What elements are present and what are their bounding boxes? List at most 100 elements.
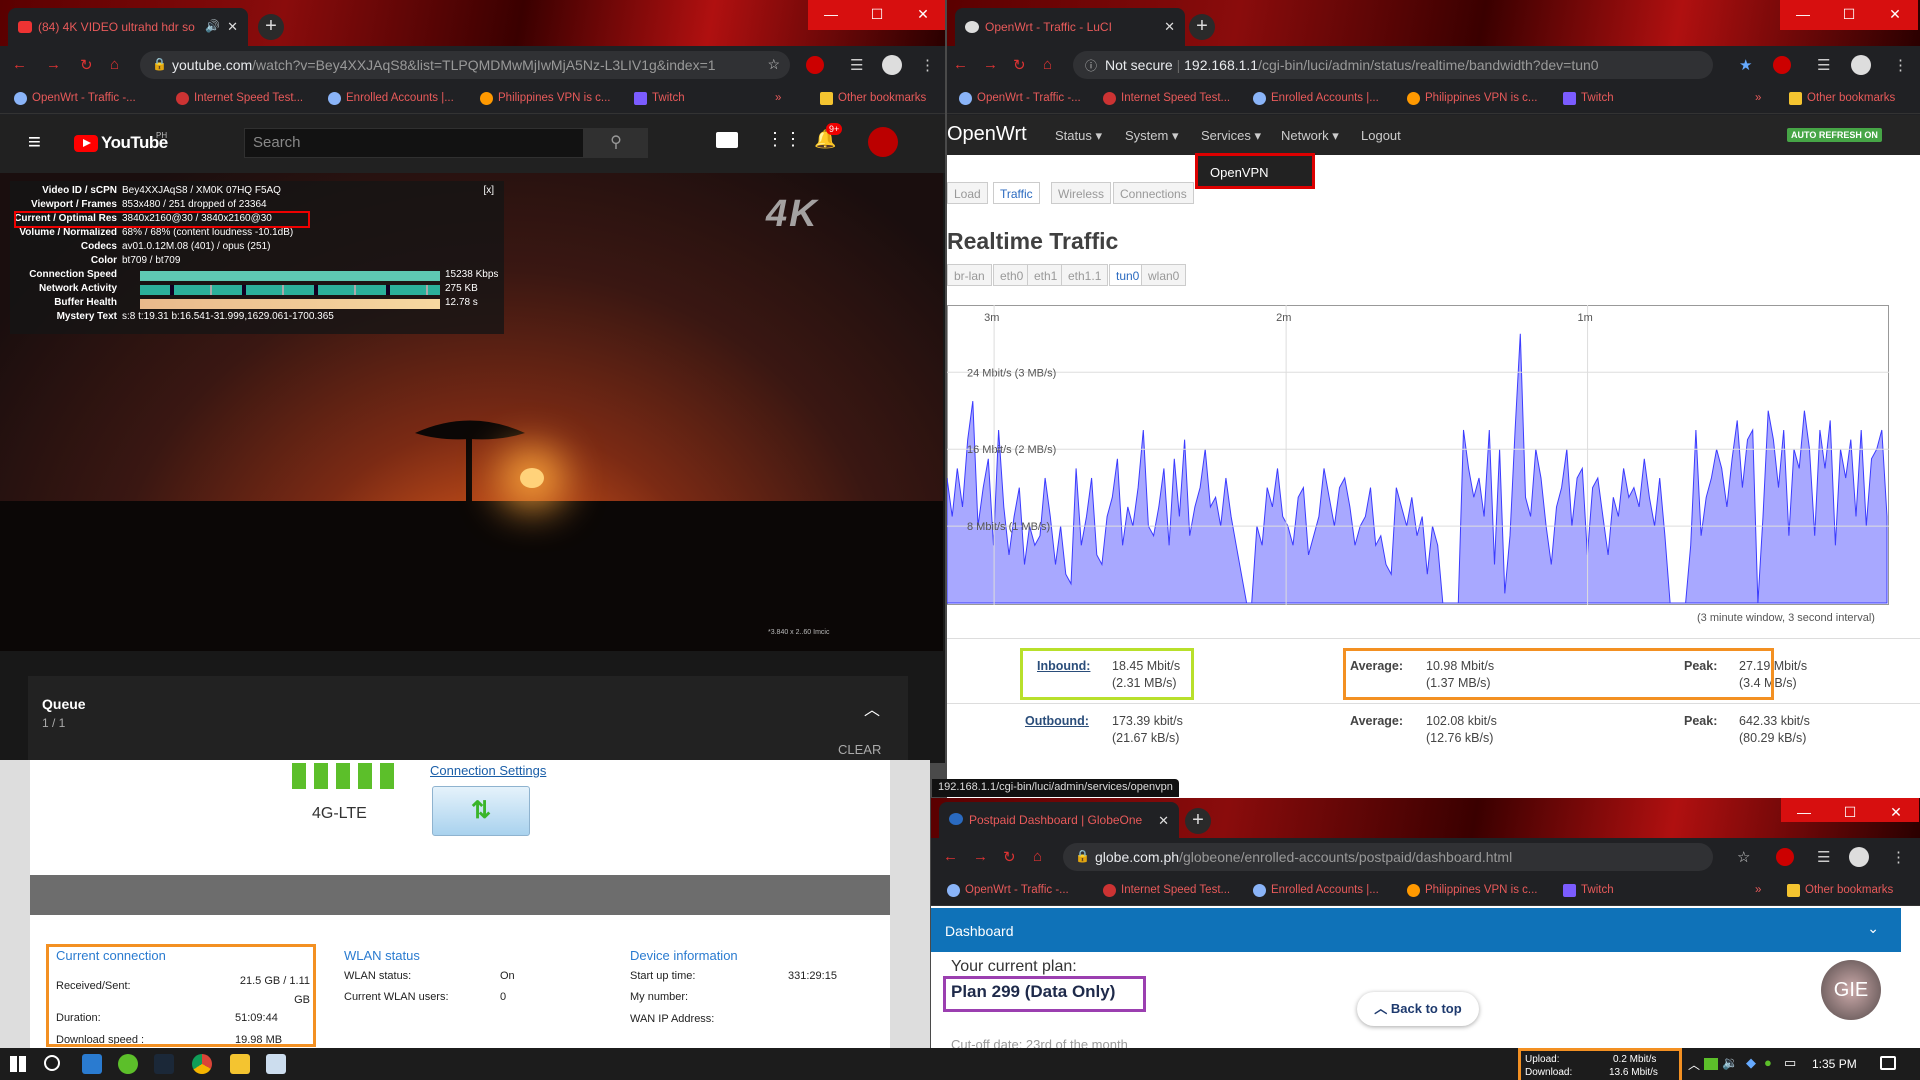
create-video-icon[interactable] — [716, 132, 738, 148]
connection-settings-button[interactable]: ⇅ — [432, 786, 530, 836]
clock[interactable]: 1:35 PM — [1812, 1057, 1857, 1071]
menu-services[interactable]: Services ▾ — [1201, 128, 1261, 144]
playlist-icon[interactable]: ☰ — [1817, 56, 1830, 74]
address-bar[interactable]: 🔒 youtube.com/watch?v=Bey4XXJAqS8&list=T… — [140, 51, 790, 79]
bookmark-item[interactable]: Enrolled Accounts |... — [328, 92, 454, 105]
connection-settings-link[interactable]: Connection Settings — [430, 763, 546, 778]
steam-app-icon[interactable] — [154, 1054, 174, 1074]
iface-tab-eth1-1[interactable]: eth1.1 — [1061, 264, 1109, 286]
hamburger-icon[interactable]: ≡ — [28, 129, 41, 155]
new-tab-button[interactable]: + — [1185, 808, 1211, 834]
profile-icon[interactable] — [882, 55, 902, 75]
subtab-traffic[interactable]: Traffic — [993, 182, 1040, 204]
torrent-app-icon[interactable] — [118, 1054, 138, 1074]
forward-icon[interactable]: → — [973, 848, 988, 865]
maximize-button[interactable]: ☐ — [854, 0, 900, 30]
bookmark-item[interactable]: Philippines VPN is c... — [480, 92, 611, 105]
tray-app-icon[interactable] — [1704, 1058, 1718, 1070]
bookmark-item[interactable]: Enrolled Accounts |... — [1253, 92, 1379, 105]
chevron-down-icon[interactable]: ⌄ — [1867, 920, 1879, 937]
new-tab-button[interactable]: + — [258, 14, 284, 40]
bookmark-item[interactable]: Philippines VPN is c... — [1407, 92, 1538, 105]
menu-status[interactable]: Status ▾ — [1055, 128, 1102, 144]
profile-icon[interactable] — [1851, 55, 1871, 75]
other-bookmarks[interactable]: Other bookmarks — [1789, 92, 1895, 105]
close-tab-icon[interactable]: ✕ — [227, 19, 238, 35]
search-button[interactable]: ⚲ — [584, 128, 648, 158]
file-explorer-icon[interactable] — [230, 1054, 250, 1074]
minimize-button[interactable]: — — [1781, 798, 1827, 822]
subtab-wireless[interactable]: Wireless — [1051, 182, 1112, 204]
notification-center-icon[interactable] — [1880, 1056, 1896, 1070]
iface-tab-br-lan[interactable]: br-lan — [947, 264, 992, 286]
home-icon[interactable]: ⌂ — [1033, 848, 1042, 865]
tray-device-icon[interactable]: ▭ — [1784, 1055, 1796, 1071]
close-window-button[interactable]: ✕ — [1873, 798, 1919, 822]
bookmark-item[interactable]: Internet Speed Test... — [1103, 884, 1230, 897]
reload-icon[interactable]: ↻ — [1013, 56, 1026, 74]
bookmark-item[interactable]: Internet Speed Test... — [1103, 92, 1230, 105]
auto-refresh-badge[interactable]: AUTO REFRESH ON — [1787, 128, 1882, 142]
bookmark-item[interactable]: Internet Speed Test... — [176, 92, 303, 105]
menu-network[interactable]: Network ▾ — [1281, 128, 1339, 144]
bookmark-more[interactable]: » — [1755, 92, 1761, 104]
bookmark-item[interactable]: Twitch — [1563, 92, 1614, 105]
avatar[interactable]: GIE — [1821, 960, 1881, 1020]
openvpn-menu-item[interactable]: OpenVPN — [1210, 165, 1269, 180]
tray-globe-icon[interactable]: ● — [1764, 1055, 1772, 1070]
subtab-load[interactable]: Load — [947, 182, 988, 204]
openwrt-brand[interactable]: OpenWrt — [947, 123, 1027, 146]
adblock-icon[interactable] — [806, 56, 824, 74]
windows-start-icon[interactable] — [10, 1056, 26, 1072]
close-tab-icon[interactable]: ✕ — [1164, 19, 1175, 35]
address-bar[interactable]: ⓘ Not secure | 192.168.1.1/cgi-bin/luci/… — [1073, 51, 1713, 79]
bookmark-item[interactable]: OpenWrt - Traffic -... — [947, 884, 1069, 897]
bookmark-item[interactable]: OpenWrt - Traffic -... — [14, 92, 136, 105]
search-icon[interactable] — [44, 1055, 60, 1071]
back-icon[interactable]: ← — [12, 56, 27, 73]
luci-tab[interactable]: OpenWrt - Traffic - LuCI ✕ — [955, 8, 1185, 46]
close-window-button[interactable]: ✕ — [1872, 0, 1918, 30]
queue-clear-button[interactable]: CLEAR — [838, 742, 881, 757]
bookmark-more[interactable]: » — [1755, 884, 1761, 896]
bookmark-item[interactable]: Philippines VPN is c... — [1407, 884, 1538, 897]
menu-dots-icon[interactable]: ⋮ — [1891, 848, 1906, 866]
adblock-icon[interactable] — [1776, 848, 1794, 866]
adblock-icon[interactable] — [1773, 56, 1791, 74]
apps-grid-icon[interactable]: ⋮⋮ — [766, 129, 802, 150]
tray-chevron-icon[interactable]: ︿ — [1688, 1056, 1700, 1073]
app-icon[interactable] — [266, 1054, 286, 1074]
menu-dots-icon[interactable]: ⋮ — [1893, 56, 1908, 74]
other-bookmarks[interactable]: Other bookmarks — [1787, 884, 1893, 897]
menu-dots-icon[interactable]: ⋮ — [920, 56, 935, 74]
profile-icon[interactable] — [1849, 847, 1869, 867]
youtube-tab[interactable]: (84) 4K VIDEO ultrahd hdr so 🔊 ✕ — [8, 8, 248, 46]
bookmark-item[interactable]: Twitch — [1563, 884, 1614, 897]
close-window-button[interactable]: ✕ — [900, 0, 945, 30]
star-icon[interactable]: ★ — [1739, 56, 1752, 74]
globe-tab[interactable]: Postpaid Dashboard | GlobeOne ✕ — [939, 802, 1179, 838]
playlist-icon[interactable]: ☰ — [1817, 848, 1830, 866]
forward-icon[interactable]: → — [46, 56, 61, 73]
chevron-up-icon[interactable]: ︿ — [864, 696, 880, 720]
tray-shield-icon[interactable]: ◆ — [1746, 1055, 1756, 1071]
search-input[interactable]: Search — [244, 128, 584, 158]
minimize-button[interactable]: — — [1780, 0, 1826, 30]
playlist-icon[interactable]: ☰ — [850, 56, 863, 74]
other-bookmarks[interactable]: Other bookmarks — [820, 92, 926, 105]
star-icon[interactable]: ☆ — [1737, 848, 1750, 866]
youtube-logo-icon[interactable] — [74, 135, 98, 152]
back-icon[interactable]: ← — [943, 848, 958, 865]
reload-icon[interactable]: ↻ — [80, 56, 93, 74]
maximize-button[interactable]: ☐ — [1827, 798, 1873, 822]
close-tab-icon[interactable]: ✕ — [1158, 813, 1169, 829]
iface-tab-eth1[interactable]: eth1 — [1027, 264, 1065, 286]
bookmark-item[interactable]: Enrolled Accounts |... — [1253, 884, 1379, 897]
new-tab-button[interactable]: + — [1189, 14, 1215, 40]
bookmark-more[interactable]: » — [775, 92, 781, 104]
minimize-button[interactable]: — — [808, 0, 854, 30]
bookmark-item[interactable]: Twitch — [634, 92, 685, 105]
bookmark-item[interactable]: OpenWrt - Traffic -... — [959, 92, 1081, 105]
account-avatar[interactable] — [868, 127, 898, 157]
dashboard-bar[interactable]: Dashboard ⌄ — [931, 908, 1901, 952]
